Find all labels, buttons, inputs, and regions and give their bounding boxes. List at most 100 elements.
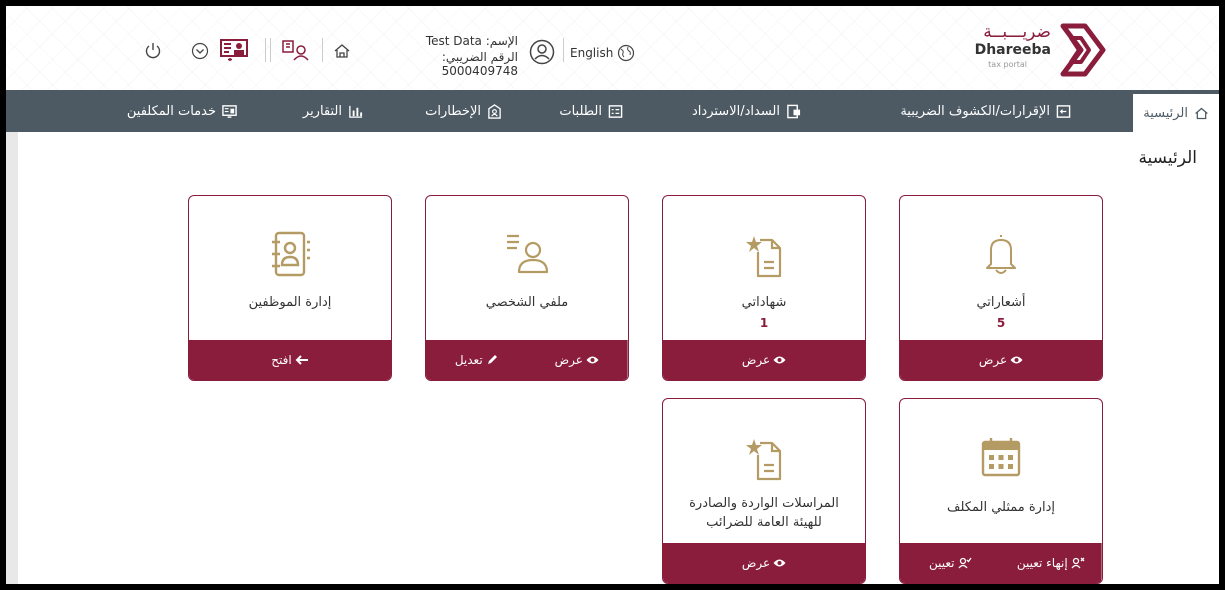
card-correspondence: المراسلات الواردة والصادرة للهيئة العامة… [662, 398, 866, 584]
dhareeba-logo[interactable]: ضريـــبــة Dhareeba tax portal [975, 22, 1107, 78]
open-label: افتح [271, 353, 292, 367]
dhareeba-logo-mark-icon [1060, 23, 1106, 77]
view-button[interactable]: عرض [527, 340, 628, 380]
nav-item-payment[interactable]: السداد/الاسترداد [692, 90, 801, 132]
profile-list-icon [507, 234, 549, 274]
nav-item-taxpayer-services[interactable]: خدمات المكلفين [127, 90, 237, 132]
view-button[interactable]: عرض [900, 340, 1102, 380]
end-assign-label: إنهاء تعيين [1016, 556, 1068, 570]
globe-icon [618, 44, 635, 62]
nav-item-home[interactable]: الرئيسية [1133, 94, 1219, 132]
card-title: إدارة الموظفين [248, 295, 332, 310]
nav-item-label: التقارير [302, 103, 342, 119]
nav-item-label: الطلبات [559, 103, 602, 119]
nav-item-reports[interactable]: التقارير [303, 90, 363, 132]
assign-button[interactable]: تعيين [900, 543, 1001, 583]
card-title: أشعاراتي [976, 295, 1026, 310]
notifications-count: 5 [996, 316, 1006, 330]
divider [563, 38, 564, 62]
eye-icon [586, 356, 599, 364]
bell-icon [986, 234, 1016, 274]
card-icon-wrap [900, 232, 1102, 276]
edit-label: تعديل [454, 353, 483, 367]
view-label: عرض [741, 353, 771, 367]
user-name: الإسم: Test Data [425, 34, 518, 48]
calendar-icon [981, 438, 1021, 477]
view-button[interactable]: عرض [663, 340, 865, 380]
arrow-left-icon [295, 355, 308, 365]
chevron-down-icon[interactable] [191, 42, 209, 60]
end-assign-button[interactable]: إنهاء تعيين [1001, 543, 1102, 583]
main-nav: الرئيسية الإقرارات/الكشوف الضريبية السدا… [6, 90, 1219, 132]
nav-item-notices[interactable]: الإخطارات [425, 90, 502, 132]
app-frame: ضريـــبــة Dhareeba tax portal English ا… [6, 6, 1219, 584]
header: ضريـــبــة Dhareeba tax portal English ا… [6, 6, 1219, 90]
power-logout-icon[interactable] [144, 41, 162, 61]
nav-item-label: السداد/الاسترداد [692, 103, 780, 119]
notices-icon [488, 103, 501, 119]
return-icon [1056, 104, 1071, 118]
eye-icon [1010, 356, 1023, 364]
eye-icon [773, 356, 786, 364]
assign-label: تعيين [929, 556, 955, 570]
home-icon[interactable] [333, 42, 351, 60]
logo-arabic-text: ضريـــبــة [983, 22, 1051, 42]
bar-chart-icon [349, 105, 363, 118]
nav-item-returns[interactable]: الإقرارات/الكشوف الضريبية [900, 90, 1071, 132]
eye-icon [773, 559, 786, 567]
card-employees: إدارة الموظفين افتح [188, 195, 392, 381]
language-label: English [570, 46, 614, 60]
card-footer: عرض [900, 340, 1102, 380]
nav-item-label: الإخطارات [425, 103, 481, 119]
card-notifications: أشعاراتي 5 عرض [899, 195, 1103, 381]
nav-item-requests[interactable]: الطلبات [559, 90, 623, 132]
left-scroll-strip [6, 132, 18, 584]
user-avatar-icon[interactable] [529, 39, 555, 65]
view-label: عرض [978, 353, 1008, 367]
open-button[interactable]: افتح [189, 340, 391, 380]
card-footer: افتح [189, 340, 391, 380]
view-label: عرض [554, 353, 583, 367]
card-title-line: المراسلات الواردة والصادرة [689, 496, 839, 511]
nav-item-label: الإقرارات/الكشوف الضريبية [900, 103, 1050, 119]
home-icon [1195, 107, 1208, 119]
card-profile: ملفي الشخصي تعديل عرض [425, 195, 629, 381]
card-footer: تعديل عرض [426, 340, 628, 380]
switch-account-icon[interactable] [281, 38, 309, 62]
taxpayer-card-icon[interactable] [220, 38, 248, 62]
card-title: إدارة ممثلي المكلف [947, 500, 1055, 515]
certificates-count: 1 [759, 316, 769, 330]
nav-item-label: الرئيسية [1143, 105, 1188, 121]
logo-english-text: Dhareeba [974, 42, 1051, 58]
services-icon [222, 104, 237, 118]
correspondence-document-icon [746, 439, 782, 481]
certificate-document-icon [746, 236, 782, 278]
payment-icon [787, 104, 801, 118]
user-tax-number: الرقم الضريبي: 5000409748 [441, 50, 518, 78]
edit-button[interactable]: تعديل [426, 340, 527, 380]
language-switch[interactable]: English [570, 44, 635, 62]
divider [270, 38, 271, 62]
address-book-icon [272, 231, 310, 277]
card-title: المراسلات الواردة والصادرة للهيئة العامة… [663, 494, 865, 532]
card-footer: عرض [663, 340, 865, 380]
card-footer: تعيين إنهاء تعيين [900, 543, 1102, 583]
user-remove-icon [1071, 557, 1085, 569]
user-check-icon [958, 557, 972, 569]
card-icon-wrap [900, 435, 1102, 479]
card-title: شهاداتي [741, 295, 787, 310]
card-icon-wrap [189, 230, 391, 278]
page-title: الرئيسية [1138, 148, 1197, 168]
pencil-icon [487, 355, 497, 364]
view-label: عرض [741, 556, 771, 570]
card-footer: عرض [663, 543, 865, 583]
card-icon-wrap [663, 230, 865, 278]
divider [322, 38, 323, 62]
nav-item-label: خدمات المكلفين [126, 103, 216, 119]
logo-subtitle: tax portal [988, 60, 1027, 69]
card-title: ملفي الشخصي [485, 295, 569, 310]
card-representatives: إدارة ممثلي المكلف تعيين إنهاء تعيين [899, 398, 1103, 584]
card-icon-wrap [663, 433, 865, 481]
card-icon-wrap [426, 232, 628, 276]
view-button[interactable]: عرض [663, 543, 865, 583]
